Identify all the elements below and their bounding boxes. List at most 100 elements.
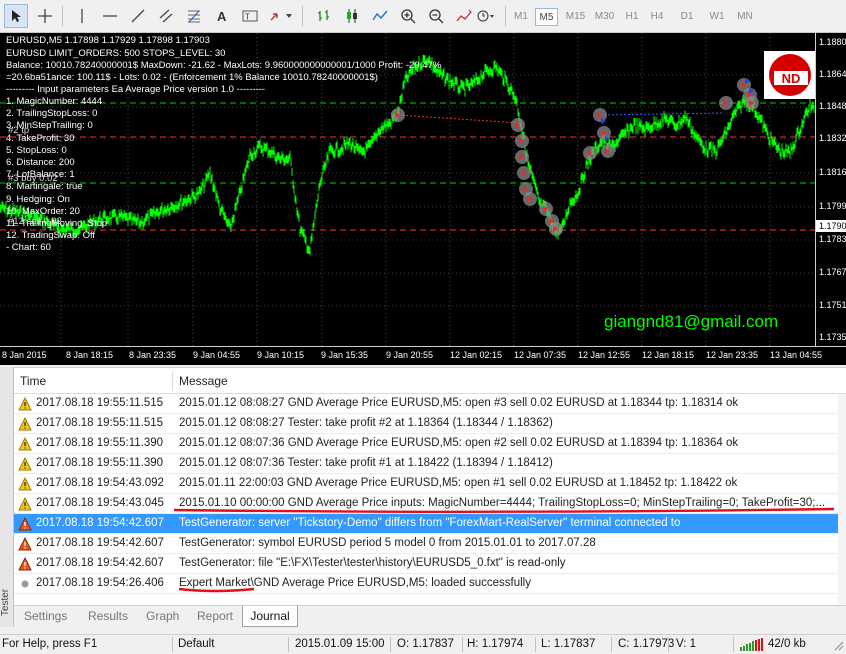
error-icon (18, 516, 32, 531)
timeframe-m5[interactable]: M5 (535, 8, 558, 26)
fibonacci-button[interactable] (182, 4, 206, 28)
tab-journal[interactable]: Journal (242, 606, 298, 627)
vertical-line-button[interactable] (70, 4, 94, 28)
status-bar: For Help, press F1 Default 2015.01.09 15… (0, 634, 846, 653)
error-icon (18, 536, 32, 551)
timeframe-mn[interactable]: MN (733, 8, 757, 26)
watermark-email: giangnd81@gmail.com (604, 312, 779, 331)
channel-button[interactable] (154, 4, 178, 28)
tester-tabs: Settings Results Graph Report Journal (14, 605, 846, 627)
timeframe-h1[interactable]: H1 (621, 8, 643, 26)
journal-row-message: 2015.01.12 08:07:36 GND Average Price EU… (179, 437, 739, 449)
status-traffic: 42/0 kb (768, 638, 806, 650)
journal-row[interactable]: 2017.08.18 19:54:43.092 2015.01.11 22:00:… (14, 474, 838, 494)
timeframe-m30[interactable]: M30 (591, 8, 618, 26)
tab-report[interactable]: Report (193, 606, 237, 627)
tab-graph[interactable]: Graph (142, 606, 183, 627)
zoom-in-button[interactable] (396, 4, 420, 28)
periods-dropdown-button[interactable] (474, 4, 498, 28)
column-header-time[interactable]: Time (20, 374, 46, 388)
time-axis: 8 Jan 2015 8 Jan 18:15 8 Jan 23:35 9 Jan 04… (0, 346, 846, 365)
timeframe-h4[interactable]: H4 (646, 8, 668, 26)
resize-grip-icon[interactable] (834, 641, 844, 651)
timeframe-m1[interactable]: M1 (510, 8, 532, 26)
zoom-out-button[interactable] (424, 4, 448, 28)
timeframe-w1[interactable]: W1 (705, 8, 729, 26)
price-tick-label: 1.17830 (819, 234, 846, 244)
arrows-dropdown-button[interactable] (266, 4, 296, 28)
indicators-button[interactable] (452, 4, 476, 28)
svg-text:T: T (245, 13, 250, 22)
svg-text:A: A (217, 9, 227, 24)
horizontal-line-button[interactable] (98, 4, 122, 28)
column-header-message[interactable]: Message (179, 374, 228, 388)
arrow-cursor-icon (12, 10, 21, 22)
journal-row[interactable]: 2017.08.18 19:54:42.607 TestGenerator: se… (14, 514, 838, 534)
time-tick-label: 9 Jan 15:35 (321, 350, 369, 360)
fibonacci-icon (188, 10, 200, 23)
journal-row-time: 2017.08.18 19:54:42.607 (36, 537, 164, 549)
crosshair-tool-button[interactable] (33, 4, 57, 28)
chart-lots-line: =20.6ba51ance: 100.11$ - Lots: 0.02 - (E… (6, 72, 378, 83)
chart-info-line: EURUSD LIMIT_ORDERS: 500 STOPS_LEVEL: 30 (6, 48, 226, 59)
chart-candles-button[interactable] (340, 4, 364, 28)
journal-row-message: 2015.01.10 00:00:00 GND Average Price in… (179, 497, 826, 509)
time-tick-label: 12 Jan 18:15 (642, 350, 695, 360)
trendline-button[interactable] (126, 4, 150, 28)
candlestick-icon (347, 9, 357, 23)
text-icon: A (217, 9, 227, 24)
warning-icon (18, 436, 32, 451)
price-tick-label: 1.17510 (819, 300, 846, 310)
input-param-line: 9. Hedging: On (6, 193, 70, 205)
horizontal-line-icon (103, 15, 117, 17)
status-open: O: 1.17837 (397, 638, 454, 650)
chart-bars-button[interactable] (312, 4, 336, 28)
journal-row[interactable]: 2017.08.18 19:55:11.390 2015.01.12 08:07:… (14, 434, 838, 454)
time-tick-label: 9 Jan 10:15 (257, 350, 305, 360)
chart-line-button[interactable] (368, 4, 392, 28)
journal-row[interactable]: 2017.08.18 19:54:42.607 TestGenerator: sy… (14, 534, 838, 554)
journal-scrollbar[interactable] (838, 394, 846, 606)
journal-row[interactable]: 2017.08.18 19:54:43.045 2015.01.10 00:00:… (14, 494, 838, 514)
journal-row[interactable]: 2017.08.18 19:55:11.390 2015.01.12 08:07:… (14, 454, 838, 474)
arrows-objects-icon (270, 13, 292, 21)
journal-row-time: 2017.08.18 19:54:43.092 (36, 477, 164, 489)
journal-panel: Time Message 2017.08.18 19:55:11.515 2015… (14, 367, 846, 606)
input-param-line: 12. TradingSwap: Off (6, 230, 96, 242)
cursor-tool-button[interactable] (4, 4, 28, 28)
status-datetime: 2015.01.09 15:00 (295, 638, 385, 650)
text-tool-button[interactable]: A (210, 4, 234, 28)
current-price-marker: 1.17903 (816, 220, 846, 232)
trade-connector-line (397, 114, 521, 124)
timeframe-d1[interactable]: D1 (676, 8, 698, 26)
journal-row[interactable]: 2017.08.18 19:54:26.406 Expert Market\GND… (14, 574, 838, 594)
indicators-icon (456, 9, 472, 22)
status-close: C: 1.17973 (618, 638, 675, 650)
equidistant-channel-icon (159, 9, 173, 23)
journal-row[interactable]: 2017.08.18 19:54:42.607 TestGenerator: fi… (14, 554, 838, 574)
journal-row-message: TestGenerator: symbol EURUSD period 5 mo… (179, 537, 596, 549)
journal-row[interactable]: 2017.08.18 19:55:11.515 2015.01.12 08:08:… (14, 414, 838, 434)
status-profile: Default (178, 638, 215, 650)
tester-panel-side-label[interactable]: Tester (0, 367, 14, 627)
status-low: L: 1.17837 (541, 638, 596, 650)
input-param-line: 2. TrailingStopLoss: 0 (6, 108, 98, 120)
price-chart[interactable]: EURUSD,M5 1.17898 1.17929 1.17898 1.1790… (0, 33, 846, 365)
warning-icon (18, 476, 32, 491)
bar-chart-icon (318, 10, 329, 21)
time-tick-label: 9 Jan 04:55 (193, 350, 241, 360)
tab-results[interactable]: Results (84, 606, 132, 627)
timeframe-m15[interactable]: M15 (562, 8, 589, 26)
tab-settings[interactable]: Settings (20, 606, 71, 627)
input-param-line: 6. Distance: 200 (6, 157, 75, 168)
input-param-line: 5. StopLoss: 0 (6, 144, 67, 156)
journal-row[interactable]: 2017.08.18 19:55:11.515 2015.01.12 08:08:… (14, 394, 838, 414)
error-icon (18, 556, 32, 571)
trade-label-overlap: #2 tp (8, 125, 30, 136)
warning-icon (18, 496, 32, 511)
trade-label-overlap: #12 sell 0.02 (8, 216, 62, 227)
price-tick-label: 1.18160 (819, 167, 846, 177)
label-tool-button[interactable]: T (238, 4, 262, 28)
journal-row-time: 2017.08.18 19:54:42.607 (36, 557, 164, 569)
journal-row-message: 2015.01.12 08:08:27 GND Average Price EU… (179, 397, 739, 409)
